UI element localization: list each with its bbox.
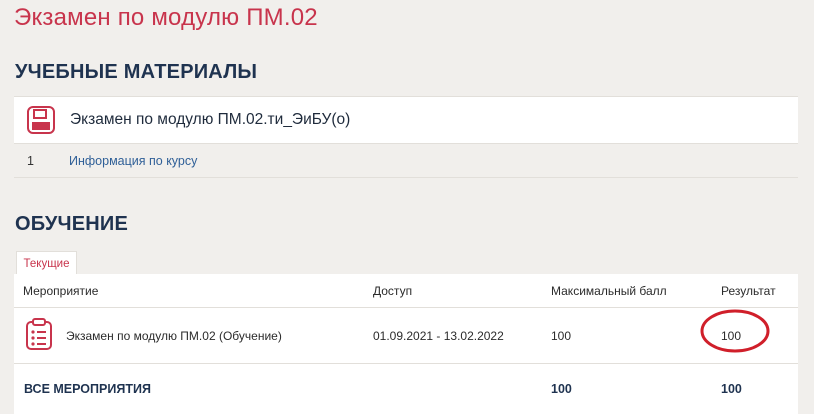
event-name: Экзамен по модулю ПМ.02 (Обучение) [66,328,282,343]
table-row[interactable]: Экзамен по модулю ПМ.02 (Обучение) 01.09… [14,308,798,364]
course-info-link[interactable]: Информация по курсу [69,154,197,168]
material-title: Экзамен по модулю ПМ.02.ти_ЭиБУ(о) [70,111,351,128]
learning-heading: ОБУЧЕНИЕ [15,213,129,235]
course-info-row: 1 Информация по курсу [14,144,798,178]
tab-current[interactable]: Текущие [16,251,77,275]
course-info-number: 1 [27,153,34,168]
events-table: Мероприятие Доступ Максимальный балл Рез… [14,274,798,414]
column-header-max-score: Максимальный балл [551,283,667,298]
event-access: 01.09.2021 - 13.02.2022 [373,328,504,343]
red-circle-annotation [700,309,770,352]
event-max-score: 100 [551,328,572,343]
footer-max-score: 100 [551,382,572,396]
page-title: Экзамен по модулю ПМ.02 [14,4,318,31]
material-item[interactable]: Экзамен по модулю ПМ.02.ти_ЭиБУ(о) [14,96,798,144]
event-result-cell: 100 [700,309,798,352]
clipboard-list-icon [25,318,53,353]
column-header-event: Мероприятие [23,283,99,298]
event-cell: Экзамен по модулю ПМ.02 (Обучение) [14,318,373,353]
materials-heading: УЧЕБНЫЕ МАТЕРИАЛЫ [15,61,258,83]
materials-card: Экзамен по модулю ПМ.02.ти_ЭиБУ(о) 1 Инф… [14,96,798,178]
footer-result: 100 [721,382,742,396]
table-header: Мероприятие Доступ Максимальный балл Рез… [14,274,798,308]
save-floppy-icon [26,105,56,135]
all-events-label[interactable]: ВСЕ МЕРОПРИЯТИЯ [14,382,373,396]
column-header-access: Доступ [373,283,413,298]
column-header-result: Результат [721,283,776,298]
table-footer: ВСЕ МЕРОПРИЯТИЯ 100 100 [14,364,798,414]
